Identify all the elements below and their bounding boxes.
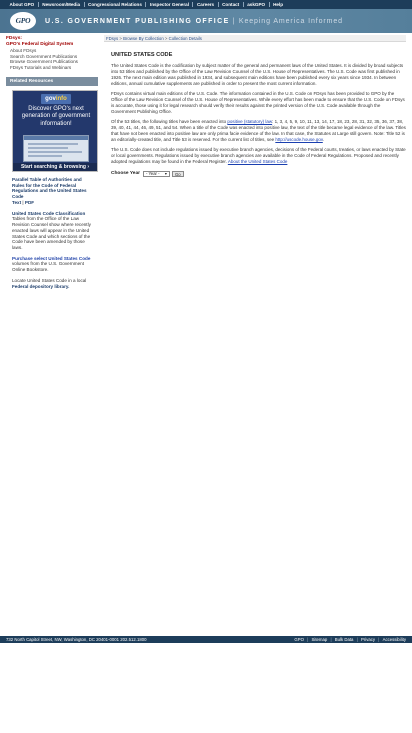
nav-about-gpo[interactable]: About GPO [6,1,39,8]
nav-congressional-relations[interactable]: Congressional Relations [85,1,147,8]
positive-law-paragraph: Of the 53 titles, the following titles h… [111,119,406,142]
site-banner: GPO U.S. GOVERNMENT PUBLISHING OFFICE | Ke… [0,9,412,33]
breadcrumb-browse[interactable]: Browse By Collection [123,36,164,41]
govinfo-logo-info: info [55,95,67,102]
about-uscode-link[interactable]: About the United States Code [228,159,288,164]
purchase-text: volumes from the U.S. Government Online … [12,261,84,273]
purchase-block: Purchase select United States Code volum… [12,256,92,273]
nav-newsroom[interactable]: Newsroom/Media [39,1,85,8]
footer-links: GPO | Sitemap | Bulk Data | Privacy | Ac… [292,637,406,643]
depository-text: Locate United States Code in a local [12,277,87,283]
classification-block: United States Code Classification Tables… [12,211,92,251]
nav-askgpo[interactable]: askGPO [244,1,270,8]
banner-title: U.S. GOVERNMENT PUBLISHING OFFICE | Keepin… [45,17,343,26]
banner-separator: | [232,18,236,25]
parallel-table-text-link[interactable]: Text [12,200,21,205]
footer-link-gpo[interactable]: GPO [294,637,304,642]
breadcrumb-separator: > [119,36,122,41]
breadcrumb-separator: > [164,36,168,41]
positive-law-link[interactable]: positive (statutory) law [227,119,272,124]
page-title: UNITED STATES CODE [111,52,173,58]
nav-help[interactable]: Help [270,2,287,8]
govinfo-logo-gov: gov [45,95,56,102]
sidebar-link-tutorials[interactable]: FDsys Tutorials and Webinars [6,65,98,71]
start-searching-button[interactable]: Start searching & browsing › [13,162,97,171]
classification-text: Tables from the Office of the Law Revisi… [12,216,91,250]
depository-block: Locate United States Code in a local Fed… [12,278,92,289]
footer-separator: | [330,636,332,642]
logo-text: GPO [15,16,31,26]
footer: 732 North Capitol Street, NW, Washington… [0,636,412,643]
footer-link-accessibility[interactable]: Accessibility [383,637,406,642]
footer-link-sitemap[interactable]: Sitemap [312,637,328,642]
top-navigation: About GPO Newsroom/Media Congressional R… [0,0,412,9]
intro-paragraph: The United States Code is the codificati… [111,63,404,86]
banner-title-text: U.S. GOVERNMENT PUBLISHING OFFICE [45,18,230,25]
choose-year-form: Choose Year - Year - ▾ Go [111,171,406,177]
depository-link[interactable]: Federal depository library. [12,284,92,290]
positive-law-text-c: . [322,136,325,142]
link-separator: | [22,199,24,205]
parallel-table-title[interactable]: Parallel Table of Authorities and Rules … [12,177,92,200]
regulations-paragraph: The U.S. Code does not include regulatio… [111,147,406,164]
footer-link-bulk-data[interactable]: Bulk Data [335,637,354,642]
year-select[interactable]: - Year - ▾ [142,170,170,177]
parallel-table-block: Parallel Table of Authorities and Rules … [12,177,92,206]
breadcrumb-collection: Collection Details [168,36,202,41]
nav-careers[interactable]: Careers [193,1,219,8]
fdsys-paragraph: FDsys contains virtual main editions of … [111,91,405,114]
sidebar: FDsys: GPO's Federal Digital System Abou… [6,36,98,289]
go-button[interactable]: Go [171,170,184,177]
footer-link-privacy[interactable]: Privacy [361,637,375,642]
footer-separator: | [307,636,309,642]
banner-tagline: Keeping America Informed [238,18,343,25]
promo-text: Discover GPO's next generation of govern… [21,105,91,127]
related-resources-header: Related Resources [6,76,98,86]
nav-contact[interactable]: Contact [219,1,244,8]
uscode-house-link[interactable]: http://uscode.house.gov [275,137,322,142]
chevron-down-icon: ▾ [164,170,167,176]
footer-address: 732 North Capitol Street, NW, Washington… [6,636,147,642]
breadcrumb-fdsys[interactable]: FDsys [106,36,118,41]
main-content: UNITED STATES CODE The United States Cod… [111,52,406,177]
gpo-logo[interactable]: GPO [10,12,36,30]
choose-year-label: Choose Year [111,170,140,176]
govinfo-logo: govinfo [41,93,71,104]
positive-law-text-a: Of the 53 titles, the following titles h… [111,119,227,125]
nav-inspector-general[interactable]: Inspector General [146,1,194,8]
promo-screenshot-image [23,134,89,162]
year-select-value: - Year - [145,170,160,176]
parallel-table-pdf-link[interactable]: PDF [25,200,34,205]
footer-separator: | [378,636,380,642]
breadcrumb: FDsys > Browse By Collection > Collectio… [104,35,406,42]
govinfo-promo-banner[interactable]: govinfo Discover GPO's next generation o… [12,89,98,172]
footer-separator: | [356,636,358,642]
